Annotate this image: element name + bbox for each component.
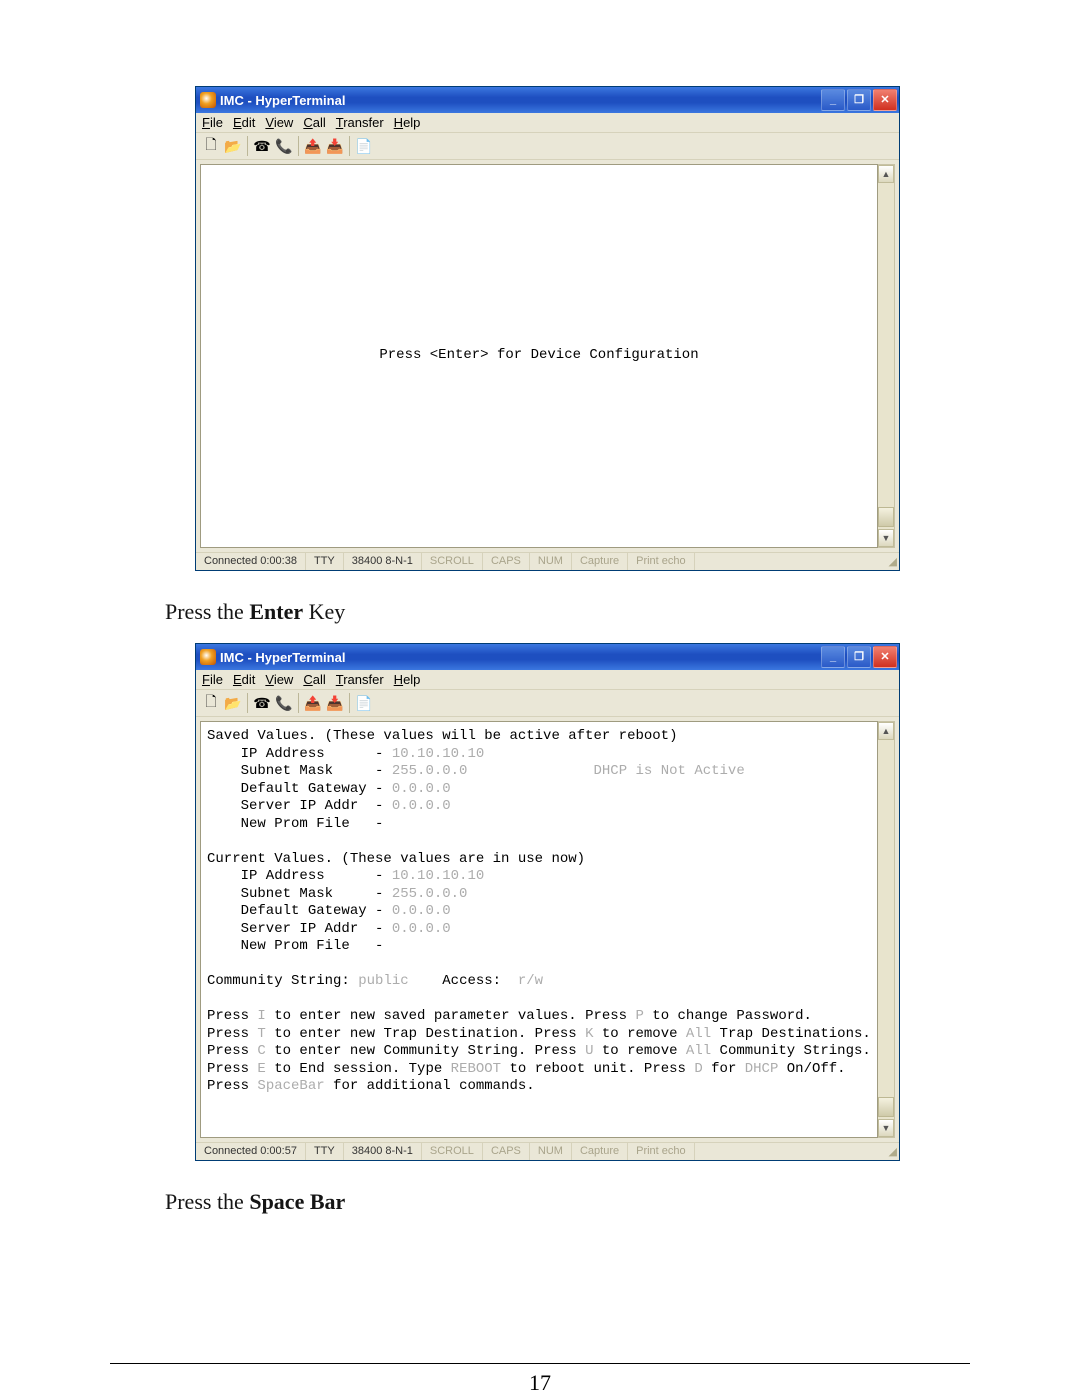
status-echo: Print echo [628,1143,695,1160]
status-mode: TTY [306,1143,344,1160]
scroll-up-icon[interactable]: ▲ [878,165,894,183]
status-echo: Print echo [628,553,695,570]
scrollbar[interactable]: ▲ ▼ [878,721,895,1138]
send-icon[interactable]: 📤 [302,135,324,157]
app-icon [200,92,216,108]
scroll-up-icon[interactable]: ▲ [878,722,894,740]
menu-edit[interactable]: Edit [233,672,255,687]
scroll-down-icon[interactable]: ▼ [878,1119,894,1137]
window-title: IMC - HyperTerminal [220,650,821,665]
status-scroll: SCROLL [422,553,483,570]
resize-grip-icon[interactable]: ◢ [879,1143,899,1160]
terminal-text: Press <Enter> for Device Configuration [379,347,698,365]
terminal-area[interactable]: Press <Enter> for Device Configuration [200,164,878,548]
app-icon [200,649,216,665]
menu-help[interactable]: Help [394,672,421,687]
status-capture: Capture [572,1143,628,1160]
status-connected: Connected 0:00:57 [196,1143,306,1160]
statusbar: Connected 0:00:38 TTY 38400 8-N-1 SCROLL… [196,552,899,570]
menu-call[interactable]: Call [303,672,325,687]
window-title: IMC - HyperTerminal [220,93,821,108]
menubar: File Edit View Call Transfer Help [196,113,899,133]
maximize-button[interactable]: ❐ [847,646,871,668]
scroll-thumb[interactable] [878,507,894,527]
close-button[interactable]: ✕ [873,89,897,111]
open-icon[interactable]: 📂 [222,135,244,157]
status-scroll: SCROLL [422,1143,483,1160]
new-icon[interactable]: 🗋 [200,692,222,714]
minimize-button[interactable]: _ [821,646,845,668]
hangup-icon[interactable]: 📞 [273,135,295,157]
status-caps: CAPS [483,1143,530,1160]
menu-view[interactable]: View [265,115,293,130]
hangup-icon[interactable]: 📞 [273,692,295,714]
status-num: NUM [530,553,572,570]
titlebar[interactable]: IMC - HyperTerminal _ ❐ ✕ [196,87,899,113]
status-num: NUM [530,1143,572,1160]
dial-icon[interactable]: ☎ [251,135,273,157]
dial-icon[interactable]: ☎ [251,692,273,714]
scroll-thumb[interactable] [878,1097,894,1117]
hyperterminal-window-2: IMC - HyperTerminal _ ❐ ✕ File Edit View… [195,643,900,1161]
terminal-area[interactable]: Saved Values. (These values will be acti… [200,721,878,1138]
scroll-down-icon[interactable]: ▼ [878,529,894,547]
menu-file[interactable]: File [202,672,223,687]
menubar: File Edit View Call Transfer Help [196,670,899,690]
menu-transfer[interactable]: Transfer [336,672,384,687]
statusbar: Connected 0:00:57 TTY 38400 8-N-1 SCROLL… [196,1142,899,1160]
footer-rule [110,1363,970,1364]
caption-2: Press the Space Bar [165,1189,900,1215]
minimize-button[interactable]: _ [821,89,845,111]
titlebar[interactable]: IMC - HyperTerminal _ ❐ ✕ [196,644,899,670]
properties-icon[interactable]: 📄 [353,135,375,157]
toolbar: 🗋 📂 ☎ 📞 📤 📥 📄 [196,690,899,717]
status-settings: 38400 8-N-1 [344,553,422,570]
status-connected: Connected 0:00:38 [196,553,306,570]
open-icon[interactable]: 📂 [222,692,244,714]
status-mode: TTY [306,553,344,570]
new-icon[interactable]: 🗋 [200,135,222,157]
menu-view[interactable]: View [265,672,293,687]
toolbar: 🗋 📂 ☎ 📞 📤 📥 📄 [196,133,899,160]
maximize-button[interactable]: ❐ [847,89,871,111]
page-number: 17 [0,1370,1080,1396]
send-icon[interactable]: 📤 [302,692,324,714]
caption-1: Press the Enter Key [165,599,900,625]
menu-call[interactable]: Call [303,115,325,130]
menu-transfer[interactable]: Transfer [336,115,384,130]
receive-icon[interactable]: 📥 [324,692,346,714]
hyperterminal-window-1: IMC - HyperTerminal _ ❐ ✕ File Edit View… [195,86,900,571]
menu-help[interactable]: Help [394,115,421,130]
resize-grip-icon[interactable]: ◢ [879,553,899,570]
status-capture: Capture [572,553,628,570]
menu-file[interactable]: File [202,115,223,130]
scrollbar[interactable]: ▲ ▼ [878,164,895,548]
receive-icon[interactable]: 📥 [324,135,346,157]
close-button[interactable]: ✕ [873,646,897,668]
status-caps: CAPS [483,553,530,570]
status-settings: 38400 8-N-1 [344,1143,422,1160]
menu-edit[interactable]: Edit [233,115,255,130]
properties-icon[interactable]: 📄 [353,692,375,714]
